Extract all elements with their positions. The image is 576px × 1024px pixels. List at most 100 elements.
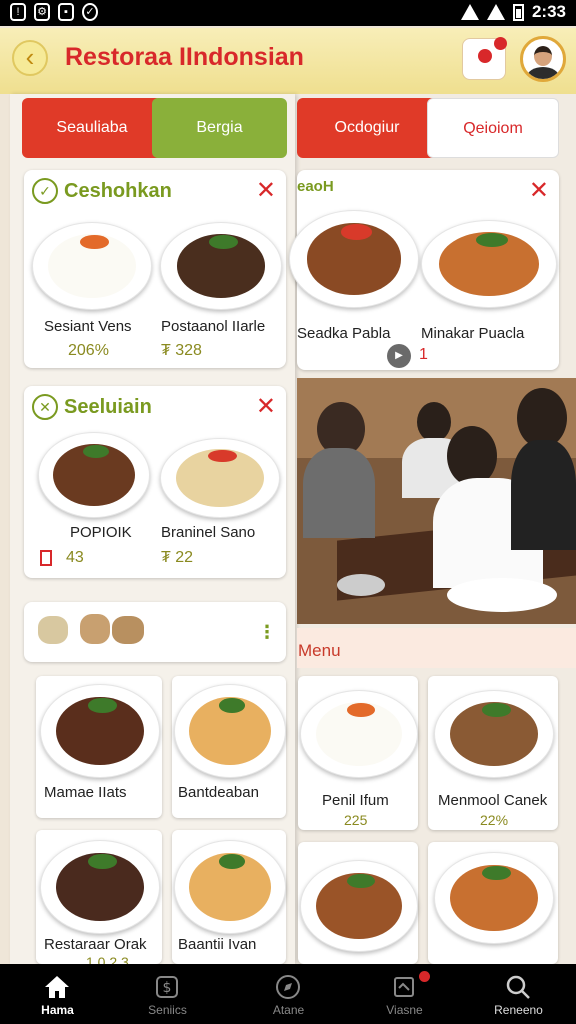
menu-tile[interactable]: Baantii Ivan xyxy=(172,830,286,964)
tile-name: Mamae IIats xyxy=(44,784,127,801)
battery-icon xyxy=(512,3,524,21)
dollar-icon: $ xyxy=(156,976,178,998)
chevron-left-icon: ‹ xyxy=(25,42,35,72)
app-icon: ▪ xyxy=(58,3,74,21)
menu-tile[interactable]: Penil Ifum 225 xyxy=(298,676,418,830)
tile-name: Baantii Ivan xyxy=(178,936,257,953)
category-card-2[interactable]: ✕ Seeluiain ✕ POPIOIK Braninel Sano 43 ₮… xyxy=(24,386,286,578)
segment-right-2[interactable]: Qeioiom xyxy=(427,98,559,158)
left-segmented-control: Seauliaba Bergia xyxy=(22,98,287,158)
settings-icon: ⚙ xyxy=(34,3,50,21)
nav-offers[interactable]: Viasne xyxy=(347,964,462,1024)
item-name: POPIOIK xyxy=(70,524,132,541)
nav-home[interactable]: Hama xyxy=(0,964,115,1024)
roll-image xyxy=(80,614,110,644)
dish-image xyxy=(160,222,282,310)
home-icon xyxy=(45,976,69,998)
roll-image xyxy=(112,616,144,644)
tile-price: 22% xyxy=(480,812,509,828)
segment-left-1[interactable]: Seauliaba xyxy=(22,98,162,158)
bottom-nav: Hama $ Seniics Atane Viasne Reneeno xyxy=(0,964,576,1024)
chef-icon xyxy=(478,49,492,63)
tile-name: Bantdeaban xyxy=(178,784,259,801)
item-name: Sesiant Vens xyxy=(44,318,132,335)
item-price: ₮ 22 xyxy=(161,549,194,566)
search-icon xyxy=(506,975,530,999)
menu-tile[interactable] xyxy=(298,842,418,964)
dish-image xyxy=(421,220,557,308)
card-title: eaoH xyxy=(297,178,334,195)
avatar[interactable] xyxy=(520,36,566,82)
dish-image xyxy=(174,840,286,934)
item-name: Seadka Pabla xyxy=(297,325,391,342)
dish-image xyxy=(434,852,554,944)
nav-label: Reneeno xyxy=(494,1003,543,1017)
leaf-icon: ✓ xyxy=(32,178,58,204)
page-title: Restoraa IIndonsian xyxy=(65,43,304,71)
menu-section-title: Menu xyxy=(298,641,341,660)
close-icon[interactable]: ✕ xyxy=(256,176,276,205)
close-icon[interactable]: ✕ xyxy=(529,176,549,205)
tile-name: Menmool Canek xyxy=(438,792,548,809)
nav-label: Hama xyxy=(41,1003,74,1017)
item-name: Braninel Sano xyxy=(161,524,256,541)
nav-explore[interactable]: Atane xyxy=(231,964,346,1024)
tile-name: Penil Ifum xyxy=(322,792,389,809)
close-icon[interactable]: ✕ xyxy=(256,392,276,421)
item-name: Minakar Puacla xyxy=(421,325,525,342)
item-price: ₮ 328 xyxy=(161,342,202,359)
nav-services[interactable]: $ Seniics xyxy=(110,964,225,1024)
compass-icon xyxy=(276,975,300,999)
svg-text:$: $ xyxy=(163,980,172,996)
roll-image xyxy=(38,616,68,644)
restaurant-photo xyxy=(297,378,576,624)
dish-image xyxy=(174,684,286,778)
menu-tile[interactable]: Restaraar Orak 1.0.2.3 xyxy=(36,830,162,970)
signal-icon xyxy=(486,4,505,20)
notification-button[interactable] xyxy=(462,37,507,80)
nav-label: Viasne xyxy=(386,1003,423,1017)
dish-image xyxy=(434,690,554,778)
wifi-icon xyxy=(460,4,479,20)
checkbox-icon[interactable] xyxy=(40,550,52,566)
tile-name: Restaraar Orak xyxy=(44,936,147,953)
featured-card[interactable]: eaoH ✕ Seadka Pabla Minakar Puacla ▶ 1 xyxy=(289,170,559,370)
tag-icon xyxy=(394,977,414,997)
menu-tile[interactable]: Menmool Canek 22% xyxy=(428,676,558,830)
item-name: Postaanol IIarle xyxy=(161,318,266,335)
more-icon[interactable]: ⋮ xyxy=(258,622,276,643)
dish-image xyxy=(289,210,419,308)
menu-tile[interactable]: Mamae IIats xyxy=(36,676,162,818)
leaf-icon: ✕ xyxy=(32,394,58,420)
item-price: 206% xyxy=(68,342,109,359)
notification-badge xyxy=(494,37,507,50)
segment-left-2[interactable]: Bergia xyxy=(152,98,287,158)
status-bar: ! ⚙ ▪ ✓ 2:33 xyxy=(0,0,576,26)
nav-search[interactable]: Reneeno xyxy=(461,964,576,1024)
dish-image xyxy=(300,690,418,778)
status-time: 2:33 xyxy=(531,2,566,21)
right-segmented-control: Ocdogiur Qeioiom xyxy=(297,98,559,158)
dish-image xyxy=(160,438,280,518)
shield-icon: ✓ xyxy=(82,3,98,21)
item-price: 43 xyxy=(66,549,84,566)
collapsed-row[interactable]: ⋮ xyxy=(24,602,286,662)
segment-right-1[interactable]: Ocdogiur xyxy=(297,98,437,158)
category-card-1[interactable]: ✓ Ceshohkan ✕ Sesiant Vens Postaanol IIa… xyxy=(24,170,286,368)
menu-tile[interactable]: Bantdeaban xyxy=(172,676,286,818)
card-title: Seeluiain xyxy=(64,395,152,418)
notification-badge xyxy=(419,971,430,982)
play-icon[interactable]: ▶ xyxy=(387,344,411,368)
menu-tile[interactable] xyxy=(428,842,558,964)
tile-price: 225 xyxy=(344,812,368,828)
item-price: 1 xyxy=(419,346,428,363)
back-button[interactable]: ‹ xyxy=(12,40,48,76)
dish-image xyxy=(40,840,160,934)
dish-image xyxy=(32,222,152,310)
notification-icon: ! xyxy=(10,3,26,21)
nav-label: Atane xyxy=(272,1003,305,1017)
nav-label: Seniics xyxy=(148,1003,187,1017)
dish-image xyxy=(300,860,418,952)
card-title: Ceshohkan xyxy=(64,179,172,202)
dish-image xyxy=(38,432,150,518)
